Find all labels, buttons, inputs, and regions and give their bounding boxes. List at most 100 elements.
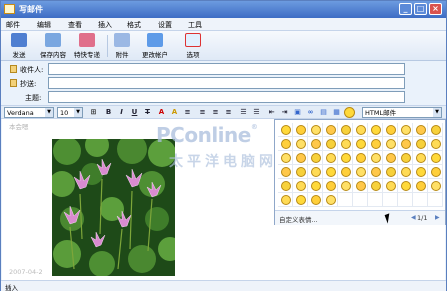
emoticon-cell[interactable]: [413, 193, 428, 207]
outdent-icon[interactable]: ⇤: [266, 107, 277, 118]
emoticon-cell[interactable]: [308, 151, 323, 165]
align-left-icon[interactable]: ≡: [182, 107, 193, 118]
to-field[interactable]: [48, 63, 405, 75]
address-book-icon[interactable]: [10, 79, 17, 87]
align-left-icon[interactable]: ≡: [197, 107, 208, 118]
emoticon-cell[interactable]: [323, 193, 338, 207]
emoticon-cell[interactable]: [293, 123, 308, 137]
emoticon-cell[interactable]: [353, 137, 368, 151]
send-button[interactable]: 发送: [8, 32, 30, 60]
insert-link-icon[interactable]: ∞: [305, 107, 316, 118]
emoticon-cell[interactable]: [383, 179, 398, 193]
emoticon-cell[interactable]: [338, 137, 353, 151]
font-settings-icon[interactable]: ⊞: [88, 107, 99, 118]
menu-settings[interactable]: 设置: [158, 20, 172, 30]
emoticon-cell[interactable]: [398, 165, 413, 179]
emoticon-cell[interactable]: [338, 123, 353, 137]
menu-insert[interactable]: 插入: [98, 20, 112, 30]
emoticon-cell[interactable]: [278, 179, 293, 193]
emoticon-cell[interactable]: [308, 179, 323, 193]
highlight-icon[interactable]: A: [169, 107, 180, 118]
emoticon-cell[interactable]: [428, 151, 443, 165]
emoticon-cell[interactable]: [428, 137, 443, 151]
emoticon-cell[interactable]: [293, 137, 308, 151]
menu-edit[interactable]: 编辑: [37, 20, 51, 30]
font-color-icon[interactable]: A: [156, 107, 167, 118]
emoticon-cell[interactable]: [413, 151, 428, 165]
emoticon-cell[interactable]: [293, 179, 308, 193]
emoticon-cell[interactable]: [368, 151, 383, 165]
bold-button[interactable]: B: [103, 107, 114, 118]
emoticon-cell[interactable]: [278, 123, 293, 137]
emoticon-cell[interactable]: [383, 151, 398, 165]
emoticon-cell[interactable]: [323, 123, 338, 137]
indent-icon[interactable]: ⇥: [279, 107, 290, 118]
insert-line-icon[interactable]: ▤: [318, 107, 329, 118]
emoticon-button[interactable]: [344, 107, 355, 118]
mail-format-select[interactable]: HTML邮件 ▼: [362, 107, 442, 118]
emoticon-cell[interactable]: [428, 193, 443, 207]
emoticon-cell[interactable]: [383, 123, 398, 137]
emoticon-cell[interactable]: [398, 137, 413, 151]
options-button[interactable]: 选项: [183, 32, 203, 60]
emoticon-cell[interactable]: [383, 137, 398, 151]
menu-view[interactable]: 查看: [68, 20, 82, 30]
maximize-button[interactable]: □: [414, 3, 427, 15]
emoticon-cell[interactable]: [383, 165, 398, 179]
emoticon-cell[interactable]: [428, 123, 443, 137]
next-page-icon[interactable]: ▶: [435, 214, 440, 221]
unordered-list-icon[interactable]: ☰: [251, 107, 262, 118]
emoticon-cell[interactable]: [353, 123, 368, 137]
express-button[interactable]: 特快专递: [72, 32, 102, 60]
emoticon-cell[interactable]: [428, 165, 443, 179]
emoticon-cell[interactable]: [398, 151, 413, 165]
emoticon-cell[interactable]: [398, 123, 413, 137]
attach-button[interactable]: 附件: [112, 32, 132, 60]
emoticon-cell[interactable]: [368, 137, 383, 151]
cc-field[interactable]: [48, 77, 405, 89]
emoticon-cell[interactable]: [413, 123, 428, 137]
align-right-icon[interactable]: ≡: [223, 107, 234, 118]
size-select[interactable]: 10 ▼: [57, 107, 83, 118]
insert-image-icon[interactable]: ▣: [292, 107, 303, 118]
emoticon-cell[interactable]: [293, 193, 308, 207]
menu-tools[interactable]: 工具: [188, 20, 202, 30]
close-button[interactable]: ×: [429, 3, 442, 15]
emoticon-cell[interactable]: [278, 165, 293, 179]
prev-page-icon[interactable]: ◀: [411, 214, 416, 221]
emoticon-cell[interactable]: [353, 151, 368, 165]
emoticon-cell[interactable]: [293, 151, 308, 165]
strikethrough-button[interactable]: T: [142, 107, 153, 118]
emoticon-cell[interactable]: [383, 193, 398, 207]
menu-mail[interactable]: 邮件: [6, 20, 20, 30]
ordered-list-icon[interactable]: ☰: [238, 107, 249, 118]
emoticon-cell[interactable]: [368, 165, 383, 179]
address-book-icon[interactable]: [10, 65, 17, 73]
custom-emoticon-link[interactable]: 自定义表情...: [279, 214, 318, 224]
emoticon-cell[interactable]: [353, 165, 368, 179]
emoticon-cell[interactable]: [323, 165, 338, 179]
change-account-button[interactable]: 更改帐户: [140, 32, 170, 60]
insert-table-icon[interactable]: ▦: [331, 107, 342, 118]
italic-button[interactable]: I: [116, 107, 127, 118]
emoticon-cell[interactable]: [368, 179, 383, 193]
emoticon-cell[interactable]: [353, 179, 368, 193]
emoticon-cell[interactable]: [413, 137, 428, 151]
emoticon-cell[interactable]: [413, 179, 428, 193]
emoticon-cell[interactable]: [278, 193, 293, 207]
emoticon-cell[interactable]: [338, 151, 353, 165]
subject-field[interactable]: [48, 91, 405, 103]
underline-button[interactable]: U: [129, 107, 140, 118]
emoticon-cell[interactable]: [338, 165, 353, 179]
emoticon-cell[interactable]: [353, 193, 368, 207]
emoticon-cell[interactable]: [278, 151, 293, 165]
emoticon-cell[interactable]: [338, 179, 353, 193]
align-center-icon[interactable]: ≡: [210, 107, 221, 118]
emoticon-cell[interactable]: [398, 193, 413, 207]
emoticon-cell[interactable]: [398, 179, 413, 193]
emoticon-cell[interactable]: [323, 137, 338, 151]
emoticon-cell[interactable]: [413, 165, 428, 179]
emoticon-cell[interactable]: [338, 193, 353, 207]
emoticon-cell[interactable]: [308, 193, 323, 207]
save-button[interactable]: 保存内容: [38, 32, 68, 60]
